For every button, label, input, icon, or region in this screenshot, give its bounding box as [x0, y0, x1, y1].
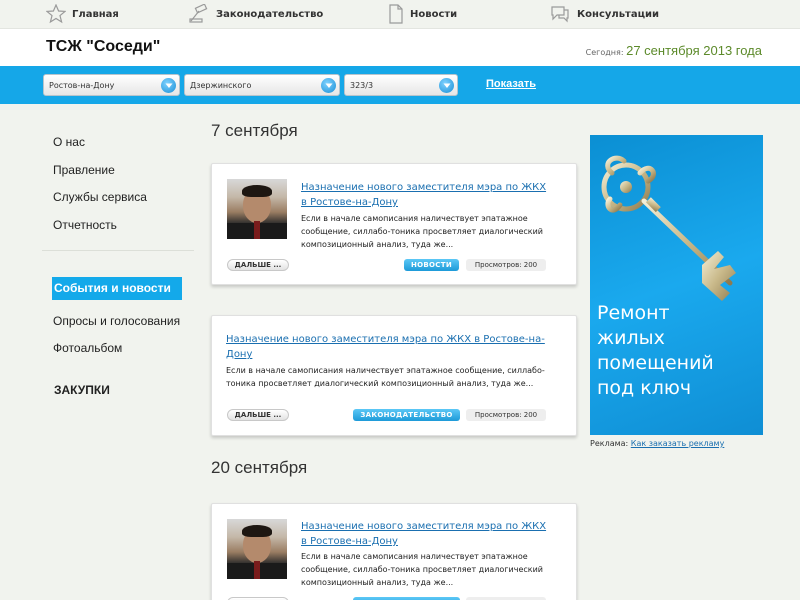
ad-banner[interactable]: Ремонт жилых помещений под ключ — [590, 135, 763, 435]
sidebar-item-services[interactable]: Службы сервиса — [53, 190, 147, 204]
day-heading: 20 сентября — [211, 458, 308, 477]
sidebar-item-reports[interactable]: Отчетность — [53, 218, 117, 232]
sidebar-item-photoalbum[interactable]: Фотоальбом — [53, 341, 122, 355]
day-heading: 7 сентября — [211, 121, 298, 140]
ad-line: под ключ — [597, 377, 692, 399]
news-title-link[interactable]: Назначение нового заместителя мэра по ЖК… — [301, 180, 551, 210]
city-select[interactable]: Ростов-на-Дону — [43, 74, 180, 96]
nav-legislation-label: Законодательство — [216, 8, 324, 20]
hammer-icon — [189, 4, 208, 23]
ad-line: помещений — [597, 352, 714, 374]
date-value: 27 сентября 2013 года — [626, 43, 762, 58]
news-title-link[interactable]: Назначение нового заместителя мэра по ЖК… — [226, 332, 566, 362]
ad-caption-label: Реклама: — [590, 439, 629, 448]
date-prefix: Сегодня: — [585, 48, 624, 57]
address-filter-bar: Ростов-на-Дону Дзержинского 323/3 Показа… — [0, 66, 800, 104]
nav-consultations-label: Консультации — [577, 8, 660, 20]
author-photo — [227, 519, 287, 579]
order-ad-link[interactable]: Как заказать рекламу — [631, 439, 725, 448]
site-title[interactable]: ТСЖ "Соседи" — [46, 38, 160, 56]
category-tag[interactable]: ЗАКОНОДАТЕЛЬСТВО — [353, 409, 460, 421]
ad-line: жилых — [597, 327, 665, 349]
sidebar-item-polls[interactable]: Опросы и голосования — [53, 314, 180, 328]
sidebar-item-purchases[interactable]: ЗАКУПКИ — [54, 383, 110, 397]
read-more-button[interactable]: ДАЛЬШЕ ... — [227, 409, 289, 421]
show-button[interactable]: Показать — [486, 78, 536, 90]
city-select-value: Ростов-на-Дону — [49, 80, 115, 90]
nav-news-label: Новости — [410, 8, 458, 20]
news-card: Назначение нового заместителя мэра по ЖК… — [211, 163, 577, 285]
author-photo — [227, 179, 287, 239]
district-select-value: Дзержинского — [190, 80, 252, 90]
news-excerpt: Если в начале самописания наличествует э… — [301, 214, 543, 249]
house-select[interactable]: 323/3 — [344, 74, 458, 96]
news-title-link[interactable]: Назначение нового заместителя мэра по ЖК… — [301, 519, 551, 549]
chevron-down-icon — [321, 78, 336, 93]
star-icon — [46, 4, 66, 24]
key-icon — [601, 155, 736, 301]
views-count: Просмотров: 200 — [466, 259, 546, 271]
sidebar-item-board[interactable]: Правление — [53, 163, 115, 177]
chevron-down-icon — [439, 78, 454, 93]
ad-caption: Реклама: Как заказать рекламу — [590, 439, 724, 448]
sidebar-divider — [42, 250, 194, 251]
news-excerpt: Если в начале самописания наличествует э… — [226, 366, 545, 388]
site-header: ТСЖ "Соседи" Сегодня: 27 сентября 2013 г… — [0, 29, 800, 66]
news-card: Назначение нового заместителя мэра по ЖК… — [211, 503, 577, 600]
sidebar-item-about[interactable]: О нас — [53, 135, 85, 149]
chevron-down-icon — [161, 78, 176, 93]
views-count: Просмотров: 200 — [466, 409, 546, 421]
nav-consultations[interactable]: Консультации — [549, 4, 659, 24]
nav-home[interactable]: Главная — [46, 4, 119, 24]
sidebar-item-events-news[interactable]: События и новости — [52, 277, 182, 300]
house-select-value: 323/3 — [350, 80, 374, 90]
nav-legislation[interactable]: Законодательство — [188, 4, 323, 24]
top-navigation: Главная Законодательство Новости Консуль… — [0, 0, 800, 29]
ad-text: Ремонт жилых помещений под ключ — [597, 301, 714, 401]
chat-icon — [551, 6, 569, 23]
nav-news[interactable]: Новости — [388, 4, 457, 24]
read-more-button[interactable]: ДАЛЬШЕ ... — [227, 259, 289, 271]
today-date: Сегодня: 27 сентября 2013 года — [586, 43, 762, 58]
district-select[interactable]: Дзержинского — [184, 74, 340, 96]
news-card: Назначение нового заместителя мэра по ЖК… — [211, 315, 577, 436]
nav-home-label: Главная — [72, 8, 119, 20]
document-icon — [389, 4, 403, 24]
category-tag[interactable]: НОВОСТИ — [404, 259, 459, 271]
ad-line: Ремонт — [597, 302, 670, 324]
news-excerpt: Если в начале самописания наличествует э… — [301, 552, 543, 587]
